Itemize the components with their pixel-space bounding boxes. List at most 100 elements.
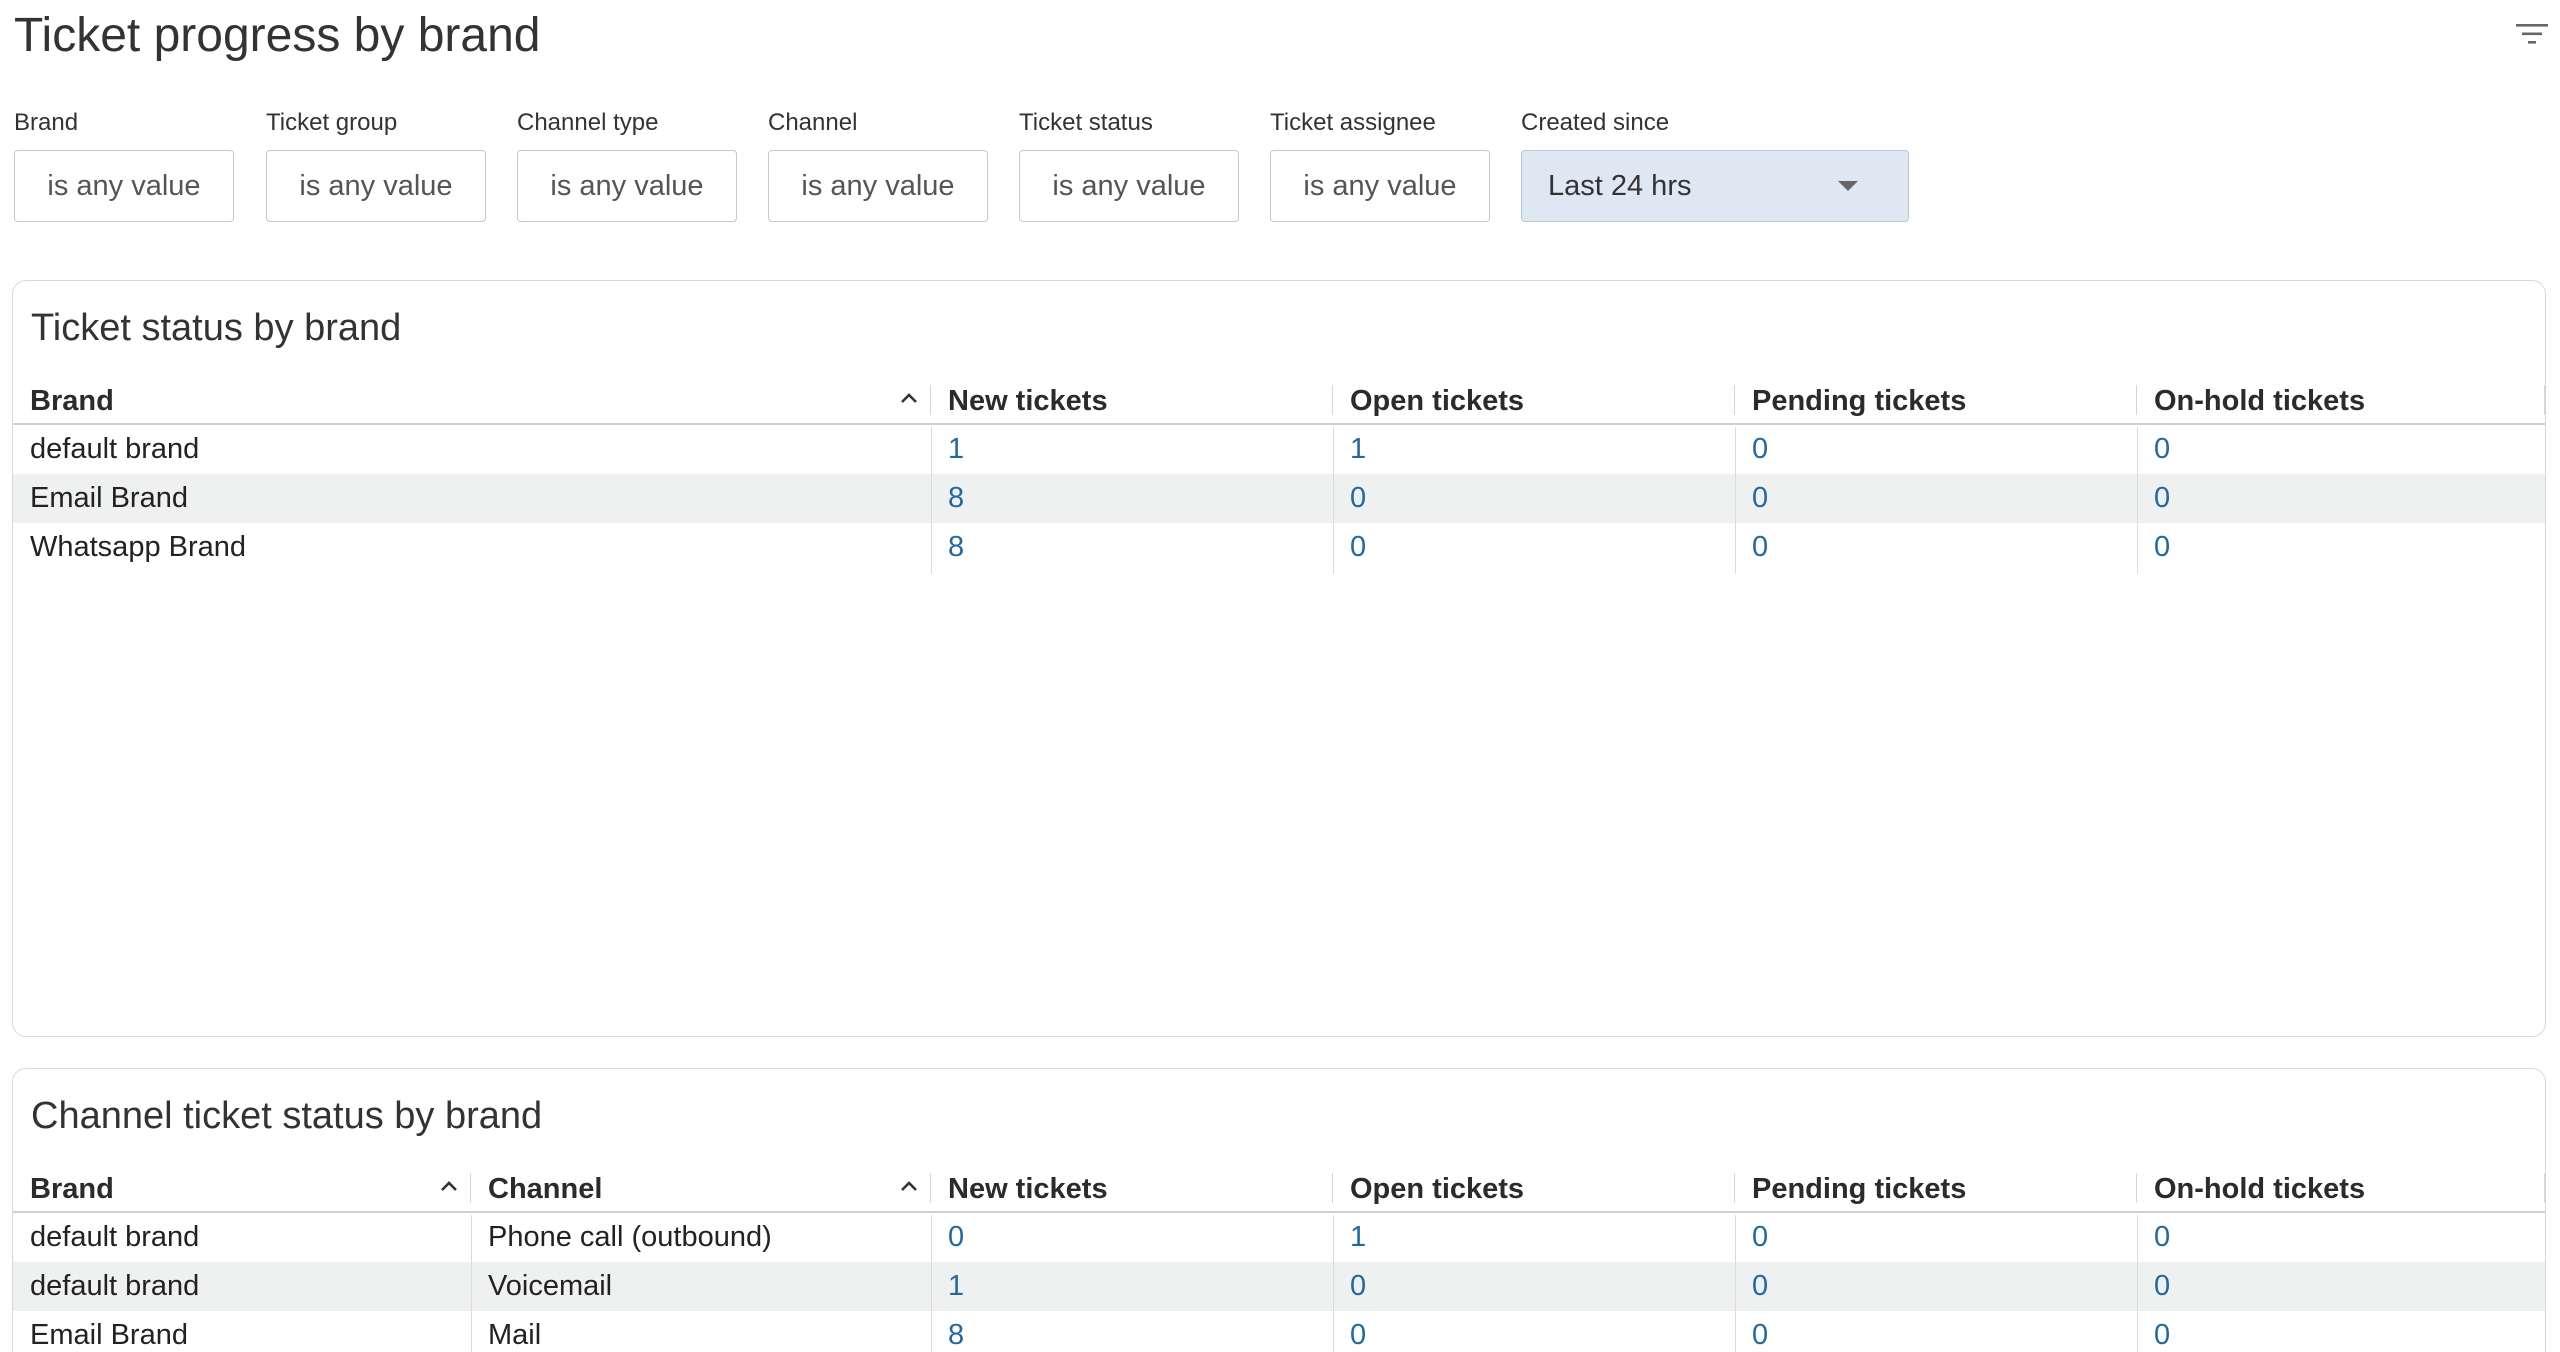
on-hold-tickets-cell[interactable]: 0 <box>2137 425 2170 474</box>
panel-title: Channel ticket status by brand <box>31 1095 543 1137</box>
column-header-label: New tickets <box>948 1172 1108 1205</box>
column-divider <box>2137 427 2138 574</box>
filter-channel: Channel is any value <box>768 108 988 222</box>
table-row: default brand Phone call (outbound) 0 1 … <box>13 1213 2545 1262</box>
new-tickets-cell[interactable]: 1 <box>931 1262 964 1311</box>
new-tickets-cell[interactable]: 8 <box>931 1311 964 1352</box>
column-divider <box>931 1215 932 1352</box>
new-tickets-cell[interactable]: 1 <box>931 425 964 474</box>
filter-label: Created since <box>1521 109 1670 136</box>
column-header-on-hold-tickets[interactable]: On-hold tickets <box>2137 1165 2545 1213</box>
caret-down-icon <box>1838 181 1858 191</box>
brand-cell: Whatsapp Brand <box>30 531 247 563</box>
column-header-channel[interactable]: Channel <box>471 1165 931 1213</box>
filter-ticket-assignee: Ticket assignee is any value <box>1270 108 1490 222</box>
brand-cell: default brand <box>30 433 200 465</box>
sort-ascending-icon[interactable] <box>899 391 919 405</box>
channel-ticket-status-by-brand-panel: Channel ticket status by brand Brand Cha… <box>12 1068 2546 1352</box>
open-tickets-cell[interactable]: 0 <box>1333 474 1366 523</box>
pending-tickets-cell[interactable]: 0 <box>1735 1311 1768 1352</box>
channel-ticket-status-table: Brand Channel New tickets Open tickets P… <box>13 1165 2545 1352</box>
new-tickets-cell[interactable]: 8 <box>931 474 964 523</box>
column-header-label: New tickets <box>948 384 1108 417</box>
pending-tickets-cell[interactable]: 0 <box>1735 474 1768 523</box>
pending-tickets-cell[interactable]: 0 <box>1735 425 1768 474</box>
open-tickets-cell[interactable]: 0 <box>1333 1311 1366 1352</box>
column-header-label: Brand <box>30 384 114 417</box>
panel-title: Ticket status by brand <box>31 307 402 349</box>
table-row: Whatsapp Brand 8 0 0 0 <box>13 523 2545 572</box>
pending-tickets-cell[interactable]: 0 <box>1735 1262 1768 1311</box>
filter-channel-type: Channel type is any value <box>517 108 737 222</box>
brand-cell: default brand <box>30 1270 200 1302</box>
column-header-label: Brand <box>30 1172 114 1205</box>
on-hold-tickets-cell[interactable]: 0 <box>2137 1213 2170 1262</box>
ticket-status-table: Brand New tickets Open tickets Pending t… <box>13 377 2545 574</box>
column-separator <box>2544 1173 2545 1203</box>
column-header-open-tickets[interactable]: Open tickets <box>1333 377 1735 425</box>
filter-label: Ticket group <box>266 109 398 136</box>
column-header-label: Pending tickets <box>1752 1172 1967 1205</box>
open-tickets-cell[interactable]: 0 <box>1333 1262 1366 1311</box>
pending-tickets-cell[interactable]: 0 <box>1735 523 1768 572</box>
column-header-brand[interactable]: Brand <box>13 377 931 425</box>
column-header-pending-tickets[interactable]: Pending tickets <box>1735 1165 2137 1213</box>
filter-label: Brand <box>14 109 79 136</box>
column-separator <box>2544 385 2545 415</box>
filter-label: Channel type <box>517 109 659 136</box>
on-hold-tickets-cell[interactable]: 0 <box>2137 523 2170 572</box>
ticket-assignee-filter-button[interactable]: is any value <box>1270 150 1490 222</box>
on-hold-tickets-cell[interactable]: 0 <box>2137 1311 2170 1352</box>
channel-cell: Mail <box>488 1319 542 1351</box>
new-tickets-cell[interactable]: 8 <box>931 523 964 572</box>
column-header-new-tickets[interactable]: New tickets <box>931 1165 1333 1213</box>
pending-tickets-cell[interactable]: 0 <box>1735 1213 1768 1262</box>
filter-label: Ticket assignee <box>1270 109 1436 136</box>
column-divider <box>1333 427 1334 574</box>
table-header: Brand Channel New tickets Open tickets P… <box>13 1165 2545 1213</box>
column-header-brand[interactable]: Brand <box>13 1165 471 1213</box>
column-header-label: Open tickets <box>1350 1172 1525 1205</box>
column-header-open-tickets[interactable]: Open tickets <box>1333 1165 1735 1213</box>
new-tickets-cell[interactable]: 0 <box>931 1213 964 1262</box>
channel-cell: Voicemail <box>488 1270 613 1302</box>
sort-ascending-icon[interactable] <box>899 1179 919 1193</box>
brand-filter-button[interactable]: is any value <box>14 150 234 222</box>
filter-label: Ticket status <box>1019 109 1153 136</box>
filter-ticket-group: Ticket group is any value <box>266 108 486 222</box>
open-tickets-cell[interactable]: 1 <box>1333 425 1366 474</box>
brand-cell: Email Brand <box>30 1319 188 1351</box>
sort-ascending-icon[interactable] <box>439 1179 459 1193</box>
ticket-status-filter-button[interactable]: is any value <box>1019 150 1239 222</box>
column-divider <box>931 427 932 574</box>
ticket-status-by-brand-panel: Ticket status by brand Brand New tickets… <box>12 280 2546 1037</box>
column-header-label: On-hold tickets <box>2154 1172 2366 1205</box>
table-header: Brand New tickets Open tickets Pending t… <box>13 377 2545 425</box>
column-header-label: Channel <box>488 1172 603 1205</box>
filter-created-since: Created since Last 24 hrs <box>1521 108 1909 222</box>
column-header-on-hold-tickets[interactable]: On-hold tickets <box>2137 377 2545 425</box>
column-header-new-tickets[interactable]: New tickets <box>931 377 1333 425</box>
column-header-pending-tickets[interactable]: Pending tickets <box>1735 377 2137 425</box>
filter-ticket-status: Ticket status is any value <box>1019 108 1239 222</box>
filter-icon[interactable] <box>2514 20 2550 48</box>
table-row: Email Brand 8 0 0 0 <box>13 474 2545 523</box>
page: Ticket progress by brand Brand is any va… <box>0 0 2560 1352</box>
column-header-label: Open tickets <box>1350 384 1525 417</box>
filter-brand: Brand is any value <box>14 108 234 222</box>
filter-label: Channel <box>768 109 858 136</box>
channel-type-filter-button[interactable]: is any value <box>517 150 737 222</box>
open-tickets-cell[interactable]: 0 <box>1333 523 1366 572</box>
brand-cell: Email Brand <box>30 482 188 514</box>
channel-filter-button[interactable]: is any value <box>768 150 988 222</box>
on-hold-tickets-cell[interactable]: 0 <box>2137 1262 2170 1311</box>
page-title: Ticket progress by brand <box>14 9 541 62</box>
ticket-group-filter-button[interactable]: is any value <box>266 150 486 222</box>
column-divider <box>1735 1215 1736 1352</box>
column-divider <box>1735 427 1736 574</box>
table-row: default brand Voicemail 1 0 0 0 <box>13 1262 2545 1311</box>
created-since-value: Last 24 hrs <box>1548 169 1692 202</box>
open-tickets-cell[interactable]: 1 <box>1333 1213 1366 1262</box>
created-since-select[interactable]: Last 24 hrs <box>1521 150 1909 222</box>
on-hold-tickets-cell[interactable]: 0 <box>2137 474 2170 523</box>
